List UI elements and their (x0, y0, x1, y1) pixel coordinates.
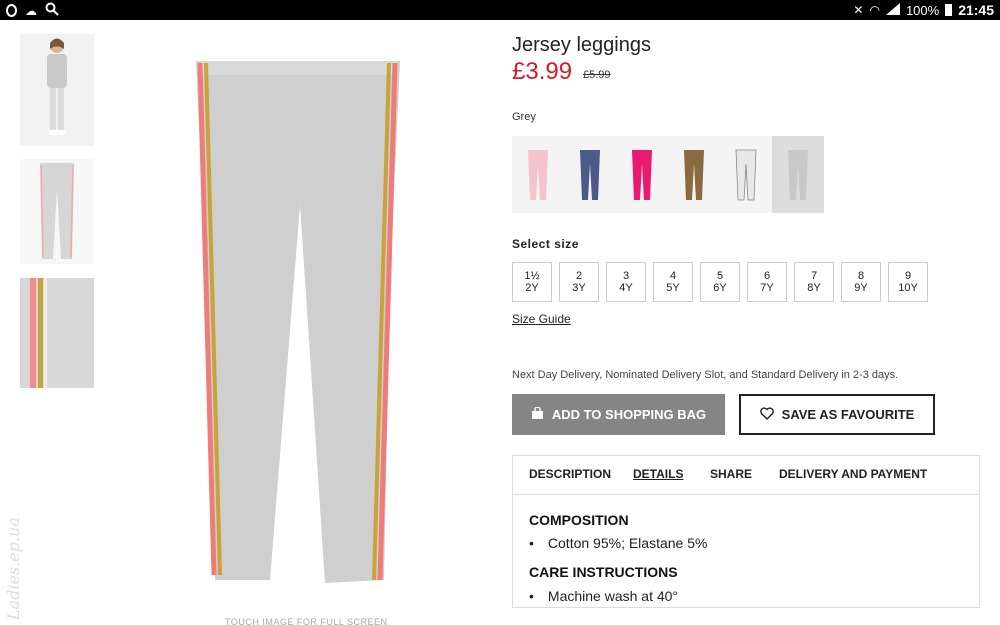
size-option[interactable]: 9 10Y (888, 262, 928, 302)
size-option[interactable]: 5 6Y (700, 262, 740, 302)
heart-icon (759, 406, 774, 423)
status-bar: ☁ ✕ ◠ 100% 21:45 (0, 0, 1000, 20)
save-favourite-label: SAVE AS FAVOURITE (781, 407, 915, 422)
color-swatches (512, 136, 824, 213)
composition-item: • Cotton 95%; Elastane 5% (529, 535, 708, 551)
care-heading: CARE INSTRUCTIONS (529, 564, 678, 580)
size-option[interactable]: 7 8Y (794, 262, 834, 302)
swatch-leopard[interactable] (668, 136, 720, 213)
thumbnail-model[interactable] (20, 34, 94, 146)
select-size-label: Select size (512, 237, 579, 251)
battery-icon (945, 4, 953, 16)
save-favourite-button[interactable]: SAVE AS FAVOURITE (739, 394, 935, 435)
product-title: Jersey leggings (512, 34, 651, 56)
selected-color-label: Grey (512, 111, 536, 123)
add-to-bag-button[interactable]: ADD TO SHOPPING BAG (512, 394, 725, 435)
search-icon[interactable] (45, 2, 59, 19)
thumbnail-detail[interactable] (20, 278, 94, 388)
tab-delivery-payment[interactable]: DELIVERY AND PAYMENT (779, 467, 927, 481)
composition-heading: COMPOSITION (529, 512, 629, 528)
signal-icon (885, 2, 900, 18)
cloud-icon: ☁ (25, 3, 37, 18)
size-option[interactable]: 4 5Y (653, 262, 693, 302)
size-option[interactable]: 2 3Y (559, 262, 599, 302)
size-option[interactable]: 8 9Y (841, 262, 881, 302)
shopping-bag-icon (531, 405, 544, 423)
product-info-tabs: DESCRIPTION DETAILS SHARE DELIVERY AND P… (512, 455, 980, 608)
main-product-image[interactable] (180, 55, 410, 590)
swatch-navy[interactable] (564, 136, 616, 213)
add-to-bag-label: ADD TO SHOPPING BAG (551, 407, 707, 422)
swatch-fuchsia[interactable] (616, 136, 668, 213)
opera-icon (6, 4, 17, 17)
swatch-grey[interactable] (772, 136, 824, 213)
touch-image-note: TOUCH IMAGE FOR FULL SCREEN (225, 617, 388, 625)
tab-share[interactable]: SHARE (710, 467, 752, 481)
size-option[interactable]: 1½ 2Y (512, 262, 552, 302)
wifi-icon: ◠ (869, 3, 880, 17)
battery-level: 100% (905, 2, 940, 18)
delivery-info: Next Day Delivery, Nominated Delivery Sl… (512, 369, 899, 381)
clock: 21:45 (958, 2, 994, 18)
swatch-pink[interactable] (512, 136, 564, 213)
thumbnail-leggings[interactable] (20, 159, 94, 264)
mute-icon: ✕ (853, 3, 864, 17)
tab-details[interactable]: DETAILS (633, 467, 683, 481)
size-option[interactable]: 6 7Y (747, 262, 787, 302)
swatch-print[interactable] (720, 136, 772, 213)
size-selector: 1½ 2Y 2 3Y 3 4Y 4 5Y 5 6Y 6 7Y 7 8Y 8 9Y 9 10Y (512, 262, 928, 302)
size-guide-link[interactable]: Size Guide (512, 312, 571, 326)
care-item: • Machine wash at 40° (529, 588, 679, 604)
size-option[interactable]: 3 4Y (606, 262, 646, 302)
product-price: £3.99 (512, 58, 573, 85)
tab-bar: DESCRIPTION DETAILS SHARE DELIVERY AND P… (513, 456, 979, 495)
product-old-price: £5.99 (583, 69, 611, 81)
watermark: Ladies.ep.ua (4, 517, 23, 620)
tab-description[interactable]: DESCRIPTION (529, 467, 611, 481)
